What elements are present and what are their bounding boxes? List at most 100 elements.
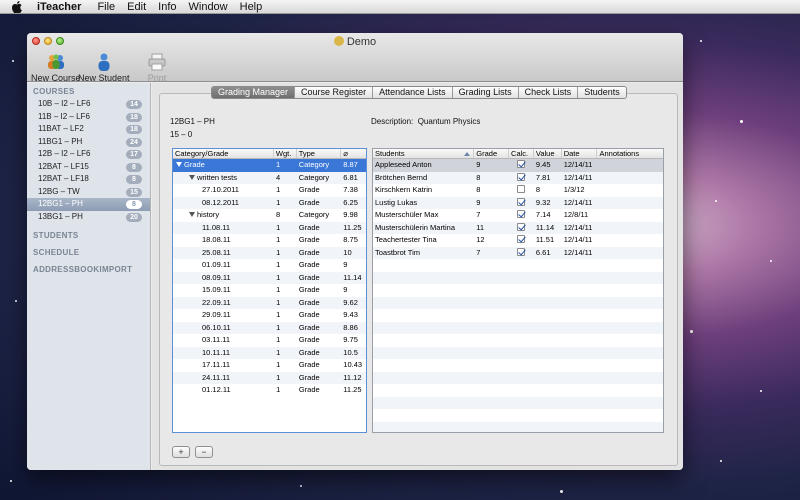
calc-checkbox[interactable] — [517, 235, 526, 243]
sidebar-section-students[interactable]: STUDENTS — [27, 227, 150, 244]
category-row[interactable]: history 8 Category 9.98 — [173, 209, 366, 222]
grade-cell[interactable]: 11 — [474, 222, 509, 235]
category-row[interactable]: 18.08.11 1 Grade 8.75 — [173, 234, 366, 247]
sidebar-item-course-selected[interactable]: 12BG1 – PH 8 — [27, 198, 150, 211]
calc-checkbox[interactable] — [517, 160, 526, 168]
column-header-calc[interactable]: Calc. — [509, 149, 534, 158]
category-name: 03.11.11 — [202, 335, 231, 344]
tab-grading-lists[interactable]: Grading Lists — [453, 87, 519, 98]
category-row[interactable]: 25.08.11 1 Grade 10 — [173, 246, 366, 259]
sidebar-item-course[interactable]: 13BG1 – PH 20 — [27, 211, 150, 224]
annotation-cell[interactable] — [597, 247, 663, 260]
grade-cell[interactable]: 7 — [474, 247, 509, 260]
disclosure-triangle-icon[interactable] — [189, 174, 195, 180]
grade-cell[interactable]: 12 — [474, 234, 509, 247]
category-row[interactable]: Grade 1 Category 8.87 — [173, 159, 366, 172]
student-row[interactable]: Teachertester Tina 12 11.51 12/14/11 — [373, 234, 663, 247]
sidebar-item-course[interactable]: 12BAT – LF15 8 — [27, 161, 150, 174]
category-row[interactable]: 22.09.11 1 Grade 9.62 — [173, 296, 366, 309]
category-row[interactable]: 01.09.11 1 Grade 9 — [173, 259, 366, 272]
category-row[interactable]: 11.08.11 1 Grade 11.25 — [173, 221, 366, 234]
student-row[interactable]: Appleseed Anton 9 9.45 12/14/11 — [373, 159, 663, 172]
student-row[interactable]: Lustig Lukas 9 9.32 12/14/11 — [373, 196, 663, 210]
tab-attendance-lists[interactable]: Attendance Lists — [373, 87, 453, 98]
sidebar-section-schedule[interactable]: SCHEDULE — [27, 244, 150, 261]
category-row[interactable]: 24.11.11 1 Grade 11.12 — [173, 371, 366, 384]
column-header-category[interactable]: Category/Grade — [173, 149, 274, 158]
tab-check-lists[interactable]: Check Lists — [519, 87, 579, 98]
sidebar-section-addressbookimport[interactable]: ADDRESSBOOKIMPORT — [27, 261, 150, 278]
sidebar-item-course[interactable]: 12BG – TW 15 — [27, 186, 150, 199]
annotation-cell[interactable] — [597, 184, 663, 197]
disclosure-triangle-icon[interactable] — [189, 212, 195, 217]
new-course-button[interactable]: New Course — [31, 51, 81, 83]
category-row[interactable]: 08.09.11 1 Grade 11.14 — [173, 271, 366, 284]
grade-cell[interactable]: 8 — [474, 172, 509, 185]
sidebar-item-course[interactable]: 11B – I2 – LF6 18 — [27, 111, 150, 124]
calc-checkbox[interactable] — [517, 247, 526, 256]
column-header-type[interactable]: Type — [297, 149, 342, 158]
menu-help[interactable]: Help — [240, 1, 263, 13]
student-grades-table[interactable]: Students Grade Calc. Value Date Annotati… — [372, 148, 664, 433]
sidebar-item-course[interactable]: 10B – I2 – LF6 14 — [27, 98, 150, 111]
annotation-cell[interactable] — [597, 209, 663, 222]
category-row[interactable]: 10.11.11 1 Grade 10.5 — [173, 346, 366, 359]
calc-checkbox[interactable] — [517, 210, 526, 218]
column-header-annotations[interactable]: Annotations — [597, 149, 663, 158]
student-row[interactable]: Kirschkern Katrin 8 8 1/3/12 — [373, 184, 663, 197]
category-row[interactable]: 29.09.11 1 Grade 9.43 — [173, 309, 366, 322]
student-row[interactable]: Musterschüler Max 7 7.14 12/8/11 — [373, 209, 663, 222]
tab-grading-manager[interactable]: Grading Manager — [212, 87, 296, 98]
sidebar-item-course[interactable]: 11BG1 – PH 24 — [27, 136, 150, 149]
column-header-weight[interactable]: Wgt. — [274, 149, 297, 158]
category-row[interactable]: 27.10.2011 1 Grade 7.38 — [173, 184, 366, 197]
student-row[interactable]: Brötchen Bernd 8 7.81 12/14/11 — [373, 171, 663, 185]
grade-cell[interactable]: 9 — [474, 159, 509, 172]
menu-edit[interactable]: Edit — [127, 1, 146, 13]
category-row[interactable]: written tests 4 Category 6.81 — [173, 171, 366, 184]
column-header-value[interactable]: Value — [534, 149, 562, 158]
annotation-cell[interactable] — [597, 159, 663, 172]
student-row[interactable]: Musterschülerin Martina 11 11.14 12/14/11 — [373, 221, 663, 235]
student-row[interactable]: Toastbrot Tim 7 6.61 12/14/11 — [373, 246, 663, 260]
column-header-average[interactable]: ⌀ — [341, 149, 366, 158]
annotation-cell[interactable] — [597, 172, 663, 185]
annotation-cell[interactable] — [597, 222, 663, 235]
category-row[interactable]: 03.11.11 1 Grade 9.75 — [173, 334, 366, 347]
sidebar-item-course[interactable]: 12BAT – LF18 8 — [27, 173, 150, 186]
menu-info[interactable]: Info — [158, 1, 176, 13]
column-header-date[interactable]: Date — [562, 149, 598, 158]
annotation-cell[interactable] — [597, 197, 663, 210]
disclosure-triangle-icon[interactable] — [176, 162, 182, 167]
annotation-cell[interactable] — [597, 234, 663, 247]
calc-checkbox[interactable] — [517, 222, 526, 231]
category-grade-table[interactable]: Category/Grade Wgt. Type ⌀ Grade 1 Categor… — [172, 148, 367, 433]
grade-cell[interactable]: 7 — [474, 209, 509, 222]
category-row[interactable]: 08.12.2011 1 Grade 6.25 — [173, 196, 366, 209]
sidebar-item-course[interactable]: 12B – I2 – LF6 17 — [27, 148, 150, 161]
menu-app-name[interactable]: iTeacher — [37, 1, 81, 13]
sidebar-item-course[interactable]: 11BAT – LF2 18 — [27, 123, 150, 136]
course-label: 12BG1 – PH — [38, 199, 83, 208]
column-header-students[interactable]: Students — [373, 149, 475, 158]
menu-window[interactable]: Window — [189, 1, 228, 13]
calc-checkbox[interactable] — [517, 185, 526, 193]
category-row[interactable]: 01.12.11 1 Grade 11.25 — [173, 384, 366, 397]
category-row[interactable]: 06.10.11 1 Grade 8.86 — [173, 321, 366, 334]
add-button[interactable]: + — [172, 446, 190, 458]
menu-file[interactable]: File — [97, 1, 115, 13]
grade-cell[interactable]: 9 — [474, 197, 509, 210]
category-name: 29.09.11 — [202, 310, 231, 319]
print-button[interactable]: Print — [146, 51, 168, 83]
tab-students[interactable]: Students — [578, 87, 626, 98]
calc-checkbox[interactable] — [517, 197, 526, 206]
category-row[interactable]: 15.09.11 1 Grade 9 — [173, 284, 366, 297]
column-header-grade[interactable]: Grade — [474, 149, 510, 158]
grade-cell[interactable]: 8 — [474, 184, 509, 197]
category-row[interactable]: 17.11.11 1 Grade 10.43 — [173, 359, 366, 372]
new-student-button[interactable]: New Student — [78, 51, 130, 83]
tab-course-register[interactable]: Course Register — [295, 87, 374, 98]
apple-icon[interactable] — [11, 0, 23, 13]
remove-button[interactable]: − — [195, 446, 213, 458]
calc-checkbox[interactable] — [517, 172, 526, 181]
